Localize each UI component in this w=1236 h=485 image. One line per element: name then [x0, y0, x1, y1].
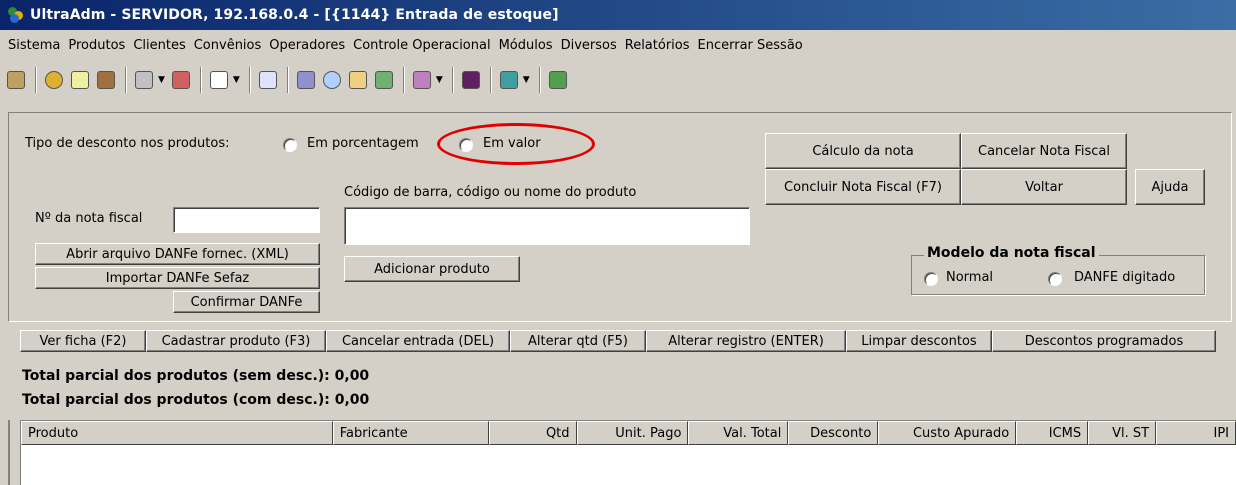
- column-desconto[interactable]: Desconto: [788, 421, 879, 445]
- radio-percent[interactable]: [283, 138, 297, 152]
- column-custo-apurado[interactable]: Custo Apurado: [878, 421, 1017, 445]
- import-danfe-button[interactable]: Importar DANFe Sefaz: [35, 267, 320, 289]
- calc-invoice-button[interactable]: Cálculo da nota: [765, 133, 961, 169]
- menu-operadores[interactable]: Operadores: [265, 38, 349, 53]
- refresh-icon[interactable]: [346, 68, 370, 92]
- product-search-label: Código de barra, código ou nome do produ…: [344, 185, 637, 200]
- printer-icon[interactable]: [256, 68, 280, 92]
- palette-icon[interactable]: [410, 68, 434, 92]
- title-bar[interactable]: UltraAdm - SERVIDOR, 192.168.0.4 - [{114…: [0, 0, 1236, 30]
- toolbar-separator: [35, 67, 37, 93]
- menu-relatorios[interactable]: Relatórios: [621, 38, 694, 53]
- menu-convenios[interactable]: Convênios: [190, 38, 266, 53]
- cancel-invoice-button[interactable]: Cancelar Nota Fiscal: [961, 133, 1127, 169]
- back-button[interactable]: Voltar: [961, 169, 1127, 205]
- pen-icon[interactable]: [294, 68, 318, 92]
- column-qtd[interactable]: Qtd: [488, 421, 577, 445]
- toolbar-separator: [451, 67, 454, 93]
- column-produto[interactable]: Produto: [21, 421, 333, 445]
- pencil-icon[interactable]: [132, 68, 156, 92]
- menu-controle-operacional[interactable]: Controle Operacional: [349, 38, 494, 53]
- edit-icon[interactable]: [169, 68, 193, 92]
- products-grid[interactable]: Produto Fabricante Qtd Unit. Pago Val. T…: [20, 420, 1236, 485]
- toolbar-separator: [199, 67, 202, 93]
- menu-bar: Sistema Produtos Clientes Convênios Oper…: [0, 30, 1236, 60]
- invoice-number-label: Nº da nota fiscal: [35, 211, 143, 226]
- view-record-button[interactable]: Ver ficha (F2): [20, 330, 146, 352]
- radio-model-danfe[interactable]: [1048, 272, 1062, 286]
- product-search-input[interactable]: [344, 207, 750, 245]
- highlight-circle: [437, 123, 595, 165]
- clear-discounts-button[interactable]: Limpar descontos: [846, 330, 992, 352]
- change-qty-button[interactable]: Alterar qtd (F5): [510, 330, 646, 352]
- help-button[interactable]: Ajuda: [1135, 169, 1205, 205]
- menu-clientes[interactable]: Clientes: [129, 38, 189, 53]
- invoice-model-group: Modelo da nota fiscal Normal DANFE digit…: [911, 245, 1205, 295]
- exit-icon[interactable]: [4, 68, 28, 92]
- calendar-icon[interactable]: [68, 68, 92, 92]
- confirm-danfe-button[interactable]: Confirmar DANFe: [173, 291, 320, 313]
- radio-model-normal[interactable]: [924, 272, 938, 286]
- dropdown-arrow-icon[interactable]: ▼: [158, 75, 165, 85]
- register-product-button[interactable]: Cadastrar produto (F3): [146, 330, 326, 352]
- toolbar-separator: [286, 67, 289, 93]
- column-unit-pago[interactable]: Unit. Pago: [576, 421, 689, 445]
- radio-model-danfe-label[interactable]: DANFE digitado: [1074, 270, 1175, 285]
- menu-diversos[interactable]: Diversos: [557, 38, 621, 53]
- open-xml-button[interactable]: Abrir arquivo DANFe fornec. (XML): [35, 243, 320, 265]
- app-logo-icon: [8, 7, 24, 23]
- window-title: UltraAdm - SERVIDOR, 192.168.0.4 - [{114…: [30, 7, 559, 23]
- menu-sistema[interactable]: Sistema: [4, 38, 64, 53]
- toolbar-separator: [125, 67, 127, 93]
- menu-encerrar-sessao[interactable]: Encerrar Sessão: [694, 38, 807, 53]
- column-fabricante[interactable]: Fabricante: [332, 421, 489, 445]
- toolbar-separator: [248, 67, 251, 93]
- total-with-discount: Total parcial dos produtos (com desc.): …: [22, 392, 370, 408]
- dropdown-arrow-icon[interactable]: ▼: [523, 75, 530, 85]
- column-vl-st[interactable]: Vl. ST: [1088, 421, 1157, 445]
- dropdown-arrow-icon[interactable]: ▼: [436, 75, 443, 85]
- globe-icon[interactable]: [42, 68, 66, 92]
- toolbar-separator: [402, 67, 405, 93]
- magnifier-icon[interactable]: [320, 68, 344, 92]
- discount-type-label: Tipo de desconto nos produtos:: [25, 136, 230, 151]
- door-icon[interactable]: [546, 68, 570, 92]
- invoice-model-title: Modelo da nota fiscal: [924, 245, 1099, 261]
- graph-icon[interactable]: [459, 68, 483, 92]
- total-without-discount: Total parcial dos produtos (sem desc.): …: [22, 368, 370, 384]
- cancel-entry-button[interactable]: Cancelar entrada (DEL): [326, 330, 510, 352]
- chart-icon[interactable]: [372, 68, 396, 92]
- invoice-number-input[interactable]: [173, 207, 320, 233]
- grid-header: Produto Fabricante Qtd Unit. Pago Val. T…: [21, 421, 1236, 445]
- radio-model-normal-label[interactable]: Normal: [946, 270, 993, 285]
- toolbar-separator: [538, 67, 541, 93]
- menu-produtos[interactable]: Produtos: [64, 38, 129, 53]
- column-icms[interactable]: ICMS: [1016, 421, 1089, 445]
- conclude-invoice-button[interactable]: Concluir Nota Fiscal (F7): [765, 169, 961, 205]
- trash-icon[interactable]: [94, 68, 118, 92]
- column-ipi[interactable]: IPI: [1156, 421, 1236, 445]
- menu-modulos[interactable]: Módulos: [495, 38, 557, 53]
- gift-icon[interactable]: [497, 68, 521, 92]
- toolbar-separator: [489, 67, 492, 93]
- toolbar: ▼ ▼ ▼ ▼: [0, 60, 1236, 100]
- dropdown-arrow-icon[interactable]: ▼: [233, 75, 240, 85]
- radio-percent-label[interactable]: Em porcentagem: [307, 136, 419, 151]
- entry-panel: Tipo de desconto nos produtos: Em porcen…: [8, 112, 1232, 322]
- column-val-total[interactable]: Val. Total: [688, 421, 789, 445]
- grid-border: [8, 420, 10, 485]
- change-record-button[interactable]: Alterar registro (ENTER): [646, 330, 846, 352]
- hand-icon[interactable]: [207, 68, 231, 92]
- scheduled-discounts-button[interactable]: Descontos programados: [992, 330, 1216, 352]
- add-product-button[interactable]: Adicionar produto: [344, 256, 520, 282]
